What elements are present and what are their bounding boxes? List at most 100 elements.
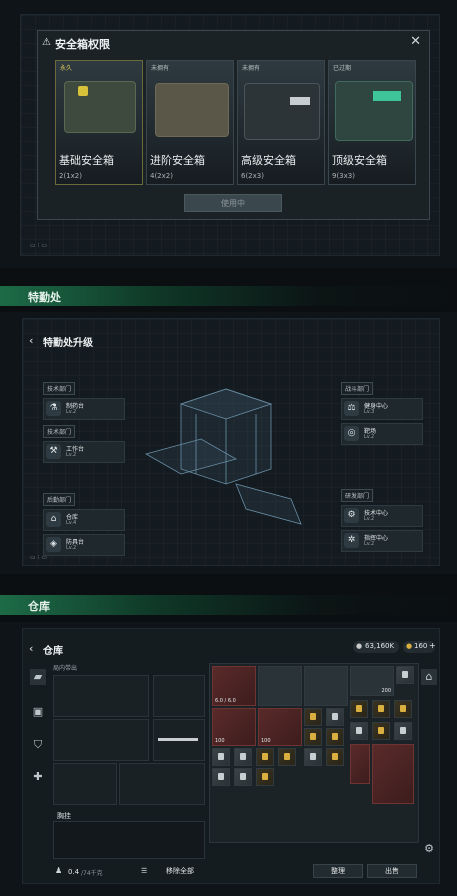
case-label-icon xyxy=(290,97,310,105)
item-battery[interactable]: 100 xyxy=(212,708,256,746)
medkit-tab-icon[interactable]: ✚ xyxy=(30,769,46,785)
using-button[interactable]: 使用中 xyxy=(184,194,282,212)
item-gold-9[interactable] xyxy=(278,748,296,766)
safebox-card-advanced[interactable]: 未拥有 进阶安全箱 4(2x2) xyxy=(146,60,234,185)
item-silver-6[interactable] xyxy=(234,748,252,766)
premium-case-image xyxy=(244,83,320,140)
card-tag: 永久 xyxy=(60,65,73,72)
item-silver-9[interactable] xyxy=(234,768,252,786)
list-icon: ☰ xyxy=(141,867,148,875)
card-size: 4(2x2) xyxy=(150,172,173,180)
dept-level: Lv.2 xyxy=(66,545,77,551)
item-silver-7[interactable] xyxy=(304,748,322,766)
item-silver-8[interactable] xyxy=(212,768,230,786)
item-gold-4[interactable] xyxy=(394,700,412,718)
secondary-weapon-slot[interactable] xyxy=(153,675,205,717)
dept-header: 研发部门 xyxy=(341,489,374,502)
item-gold-1[interactable] xyxy=(304,708,322,726)
back-icon[interactable]: ‹ xyxy=(29,642,33,655)
add-icon: + xyxy=(429,641,436,650)
bin-tab-icon[interactable]: ▣ xyxy=(30,704,46,720)
back-icon[interactable]: ‹ xyxy=(29,334,33,347)
armor-slot[interactable] xyxy=(119,763,205,805)
loadout-label: 局内带出 xyxy=(53,665,78,672)
dept-pharmacy[interactable]: 技术部门 ⚗ 制药台 Lv.2 xyxy=(43,376,125,420)
item-silver-3[interactable] xyxy=(350,722,368,740)
item-large-case[interactable] xyxy=(372,744,414,804)
warehouse-screen: ‹ 仓库 ● 63,160K ● 160 + ▰ ▣ ⛉ ✚ 局内带出 胸挂 ♟… xyxy=(22,628,440,884)
item-gold-6[interactable] xyxy=(326,728,344,746)
safebox-card-premium[interactable]: 未拥有 高级安全箱 6(2x3) xyxy=(237,60,325,185)
pharmacy-icon: ⚗ xyxy=(46,401,61,416)
special-ops-screenshot: ‹ 特勤处升级 技术部门 ⚗ 制药台 Lv.2 技术部门 ⚒ 工作台 Lv.2 … xyxy=(0,312,457,574)
dept-level: Lv.2 xyxy=(364,516,375,522)
card-size: 6(2x3) xyxy=(241,172,264,180)
item-statue[interactable] xyxy=(350,744,370,784)
item-helmet[interactable]: 6.0 / 6.0 xyxy=(212,666,256,706)
item-silver-2[interactable] xyxy=(326,708,344,726)
item-silver-4[interactable] xyxy=(394,722,412,740)
gun-tab-icon[interactable]: ▰ xyxy=(30,669,46,685)
melee-slot[interactable] xyxy=(153,719,205,761)
armor-tab-icon[interactable]: ⛉ xyxy=(30,737,46,753)
card-name: 顶级安全箱 xyxy=(332,154,387,167)
hammer-icon: ⚒ xyxy=(46,444,61,459)
item-silver-1[interactable] xyxy=(396,666,414,684)
weight-value: 0.4 xyxy=(68,868,80,876)
basic-case-image xyxy=(64,81,136,133)
dept-tech-center[interactable]: 研发部门 ⚙ 技术中心 Lv.2 ✲ 指挥中心 Lv.2 xyxy=(341,483,423,552)
weight-icon: ♟ xyxy=(55,866,63,875)
sort-button[interactable]: 整理 xyxy=(313,864,363,878)
helmet-slot[interactable] xyxy=(53,763,117,805)
item-medkit[interactable]: 100 xyxy=(258,708,302,746)
dept-header: 技术部门 xyxy=(43,425,76,438)
currency-coins[interactable]: ● 63,160K xyxy=(353,641,399,653)
item-durability: 6.0 / 6.0 xyxy=(215,698,236,704)
item-gold-11[interactable] xyxy=(256,768,274,786)
primary-weapon-slot[interactable] xyxy=(53,675,149,717)
settings-icon[interactable]: ⚙ xyxy=(421,841,437,857)
special-ops-screen: ‹ 特勤处升级 技术部门 ⚗ 制药台 Lv.2 技术部门 ⚒ 工作台 Lv.2 … xyxy=(22,318,440,566)
chest-rig-slot[interactable] xyxy=(53,821,205,859)
card-size: 9(3x3) xyxy=(332,172,355,180)
knife-icon xyxy=(158,738,198,741)
item-count: 100 xyxy=(261,738,271,744)
item-gold-3[interactable] xyxy=(372,700,390,718)
item-count: 200 xyxy=(381,688,391,694)
item-gold-8[interactable] xyxy=(256,748,274,766)
premium-coin-icon: ● xyxy=(406,642,413,650)
case-display-icon xyxy=(373,91,401,101)
dumbbell-icon: ⚖ xyxy=(344,401,359,416)
item-gold-2[interactable] xyxy=(350,700,368,718)
close-icon[interactable]: ✕ xyxy=(410,34,421,49)
safebox-dialog: ⚠ 安全箱权限 ✕ 永久 基础安全箱 2(1x2) 未拥有 进阶安全箱 4(2x… xyxy=(37,30,430,220)
dept-workbench[interactable]: 技术部门 ⚒ 工作台 Lv.2 xyxy=(43,419,125,463)
dept-fitness[interactable]: 战斗部门 ⚖ 健身中心 Lv.3 ◎ 靶场 Lv.2 xyxy=(341,376,423,445)
safebox-card-top[interactable]: 已过期 顶级安全箱 9(3x3) xyxy=(328,60,416,185)
item-case-2[interactable] xyxy=(304,666,348,706)
item-case[interactable] xyxy=(258,666,302,706)
dept-header: 战斗部门 xyxy=(341,382,374,395)
weapon-slot-2[interactable] xyxy=(53,719,149,761)
advanced-case-image xyxy=(155,83,229,137)
remove-all-button[interactable]: 移除全部 xyxy=(155,864,205,878)
item-gold-7[interactable] xyxy=(372,722,390,740)
safebox-card-basic[interactable]: 永久 基础安全箱 2(1x2) xyxy=(55,60,143,185)
page-title: 特勤处升级 xyxy=(43,338,93,349)
sell-button[interactable]: 出售 xyxy=(367,864,417,878)
storage-grid: 6.0 / 6.0 200 100 100 xyxy=(209,663,419,843)
card-name: 基础安全箱 xyxy=(59,154,114,167)
section-label: 仓库 xyxy=(28,600,50,613)
item-gold-10[interactable] xyxy=(326,748,344,766)
page-title: 仓库 xyxy=(43,646,63,657)
weight-max: /74千克 xyxy=(81,870,103,877)
section-header-special-ops: 特勤处 xyxy=(0,286,457,306)
hazard-sticker-icon xyxy=(78,86,88,96)
currency-premium[interactable]: ● 160 + xyxy=(403,641,436,653)
dept-warehouse[interactable]: 后勤部门 ⌂ 仓库 Lv.4 ◈ 防具台 Lv.2 xyxy=(43,487,125,556)
item-device[interactable]: 200 xyxy=(350,666,394,696)
warehouse-tab-icon[interactable]: ⌂ xyxy=(421,669,437,685)
item-gold-5[interactable] xyxy=(304,728,322,746)
card-name: 高级安全箱 xyxy=(241,154,296,167)
item-silver-5[interactable] xyxy=(212,748,230,766)
